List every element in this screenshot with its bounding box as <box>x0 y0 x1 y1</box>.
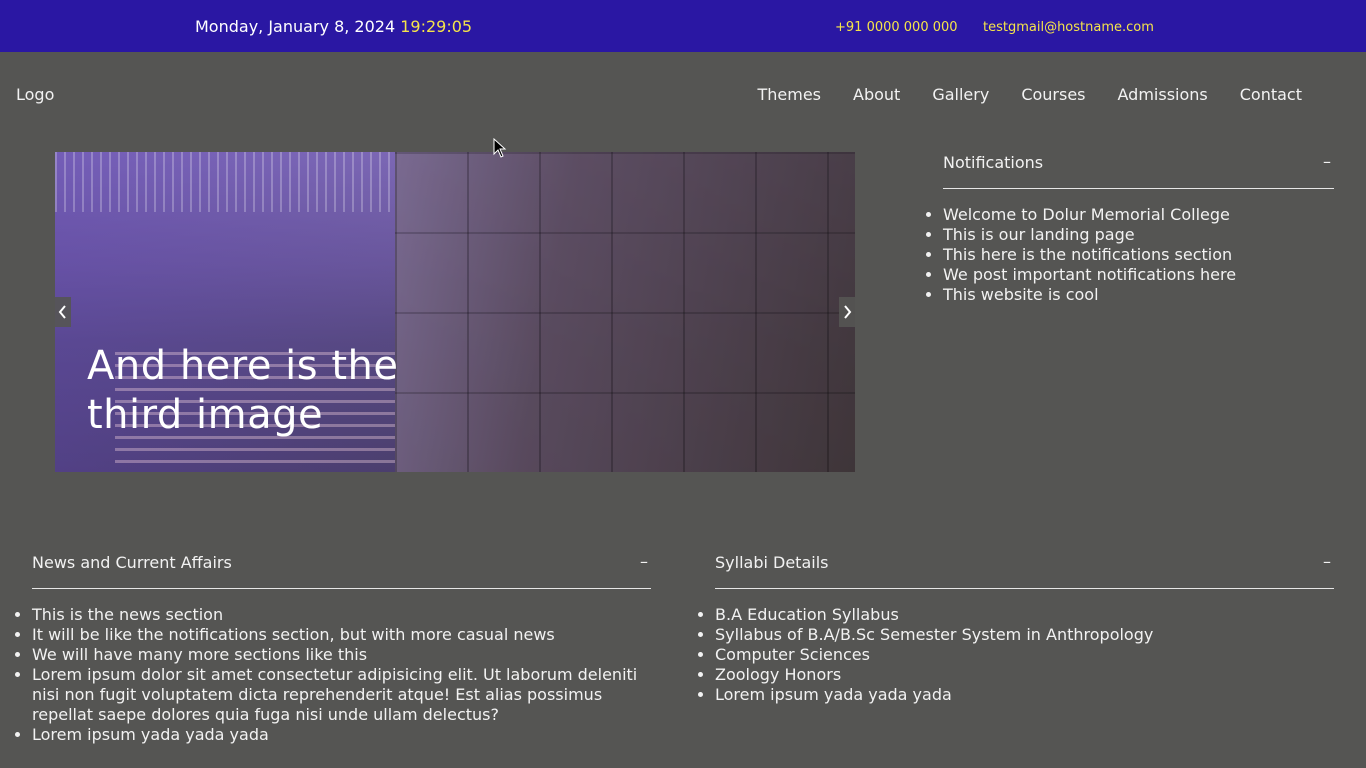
news-list: This is the news section It will be like… <box>32 605 652 745</box>
notifications-header[interactable]: Notifications – <box>943 152 1334 189</box>
list-item[interactable]: Computer Sciences <box>715 645 1335 665</box>
notifications-title: Notifications <box>943 153 1044 172</box>
nav-gallery[interactable]: Gallery <box>932 85 989 104</box>
news-header[interactable]: News and Current Affairs – <box>32 552 651 589</box>
carousel-caption: And here is the third image <box>87 343 399 438</box>
carousel-next-button[interactable] <box>839 297 855 327</box>
nav-contact[interactable]: Contact <box>1240 85 1302 104</box>
news-title: News and Current Affairs <box>32 553 232 572</box>
date-time: Monday, January 8, 2024 19:29:05 <box>195 17 472 36</box>
nav-courses[interactable]: Courses <box>1021 85 1085 104</box>
list-item: This is our landing page <box>943 225 1343 245</box>
list-item: This website is cool <box>943 285 1343 305</box>
collapse-icon[interactable]: – <box>640 552 648 571</box>
time-text: 19:29:05 <box>400 17 473 36</box>
mouse-cursor-icon <box>493 138 507 158</box>
chevron-right-icon <box>844 305 852 319</box>
notifications-list: Welcome to Dolur Memorial College This i… <box>943 205 1343 305</box>
collapse-icon[interactable]: – <box>1323 152 1331 171</box>
syllabi-list: B.A Education Syllabus Syllabus of B.A/B… <box>715 605 1335 705</box>
list-item: Lorem ipsum yada yada yada <box>32 725 652 745</box>
list-item: This is the news section <box>32 605 652 625</box>
list-item[interactable]: Syllabus of B.A/B.Sc Semester System in … <box>715 625 1335 645</box>
date-text: Monday, January 8, 2024 <box>195 17 396 36</box>
nav-themes[interactable]: Themes <box>757 85 821 104</box>
syllabi-title: Syllabi Details <box>715 553 829 572</box>
list-item[interactable]: B.A Education Syllabus <box>715 605 1335 625</box>
collapse-icon[interactable]: – <box>1323 552 1331 571</box>
list-item: Welcome to Dolur Memorial College <box>943 205 1343 225</box>
image-carousel: And here is the third image <box>55 152 855 472</box>
carousel-image-wall <box>395 152 855 472</box>
phone-number[interactable]: +91 0000 000 000 <box>835 20 958 35</box>
main-nav: Themes About Gallery Courses Admissions … <box>757 85 1302 104</box>
list-item[interactable]: Zoology Honors <box>715 665 1335 685</box>
list-item: Lorem ipsum dolor sit amet consectetur a… <box>32 665 652 725</box>
nav-admissions[interactable]: Admissions <box>1118 85 1208 104</box>
chevron-left-icon <box>58 305 66 319</box>
logo[interactable]: Logo <box>16 85 54 104</box>
nav-about[interactable]: About <box>853 85 900 104</box>
email-address[interactable]: testgmail@hostname.com <box>983 20 1154 35</box>
carousel-image-railing <box>55 152 395 212</box>
list-item: This here is the notifications section <box>943 245 1343 265</box>
list-item: We will have many more sections like thi… <box>32 645 652 665</box>
carousel-prev-button[interactable] <box>55 297 71 327</box>
list-item[interactable]: Lorem ipsum yada yada yada <box>715 685 1335 705</box>
list-item: It will be like the notifications sectio… <box>32 625 652 645</box>
syllabi-header[interactable]: Syllabi Details – <box>715 552 1334 589</box>
list-item: We post important notifications here <box>943 265 1343 285</box>
top-bar: Monday, January 8, 2024 19:29:05 +91 000… <box>0 0 1366 52</box>
